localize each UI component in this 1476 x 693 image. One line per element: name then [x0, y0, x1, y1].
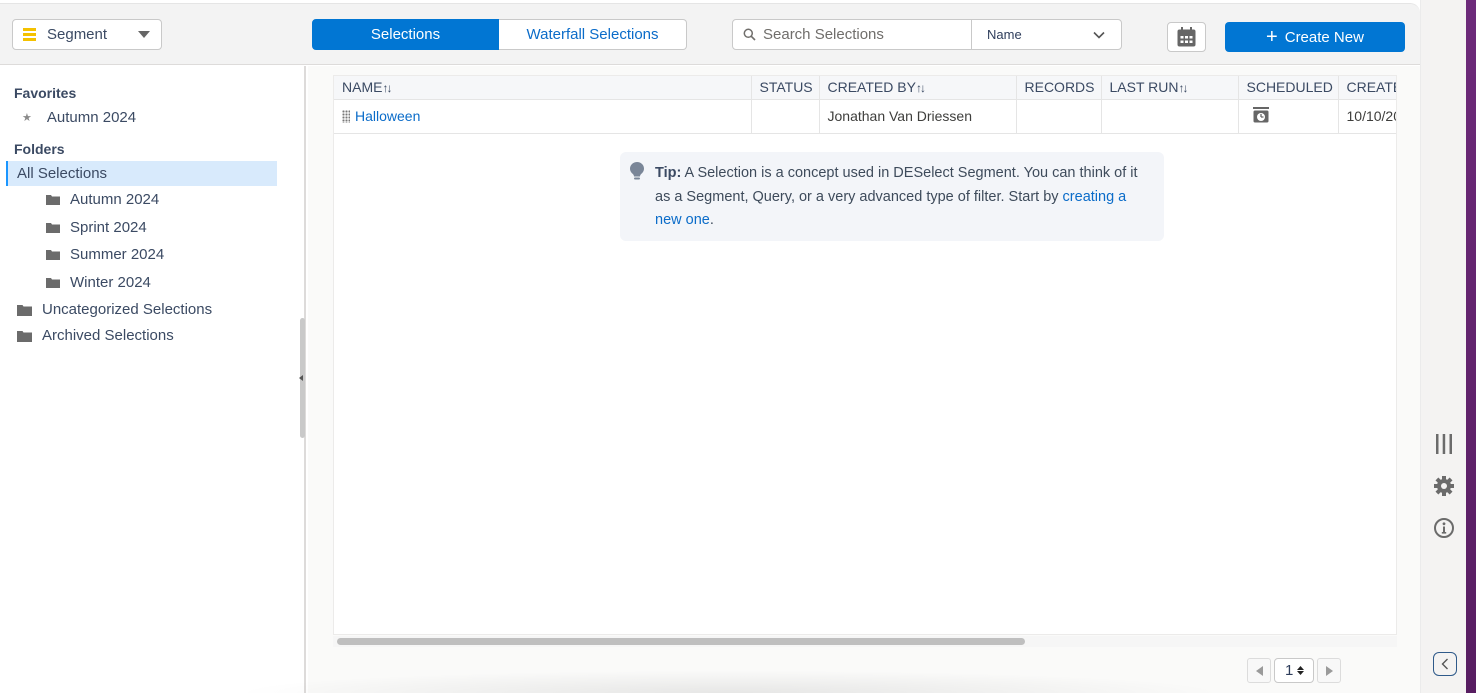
folder-label: Sprint 2024 — [70, 219, 147, 236]
create-new-button[interactable]: + Create New — [1225, 22, 1405, 52]
column-header-name[interactable]: NAME↑↓ — [334, 76, 752, 100]
selection-type-tabs: Selections Waterfall Selections — [312, 19, 687, 50]
scheduled-clock-icon[interactable] — [1252, 106, 1269, 123]
app-switcher-label: Segment — [47, 26, 108, 43]
plus-icon: + — [1266, 26, 1278, 48]
tip-box: Tip: A Selection is a concept used in DE… — [620, 152, 1164, 241]
column-header-created-by[interactable]: CREATED BY↑↓ — [819, 76, 1017, 100]
folder-all-selections[interactable]: All Selections — [6, 161, 277, 186]
cell-records — [1016, 99, 1102, 134]
search-icon — [743, 28, 756, 41]
folder-label: Summer 2024 — [70, 246, 165, 263]
lightbulb-icon — [630, 162, 644, 180]
tab-selections[interactable]: Selections — [312, 19, 499, 50]
app-window: Segment Selections Waterfall Selections … — [0, 0, 1420, 693]
columns-icon[interactable] — [1433, 433, 1455, 455]
drag-handle-icon[interactable] — [342, 110, 350, 123]
table-row: Halloween Jonathan Van Driessen 10/10/20 — [334, 99, 1396, 134]
column-header-last-run[interactable]: LAST RUN↑↓ — [1101, 76, 1239, 100]
folder-label: Uncategorized Selections — [42, 301, 213, 318]
horizontal-scrollbar[interactable] — [333, 636, 1397, 647]
calendar-icon — [1177, 27, 1196, 47]
folder-uncategorized[interactable]: Uncategorized Selections — [17, 301, 212, 318]
folder-item[interactable]: Summer 2024 — [46, 246, 164, 263]
sort-icon[interactable]: ↑↓ — [382, 81, 392, 95]
menu-lines-icon — [23, 28, 36, 41]
chevron-down-icon — [1093, 31, 1105, 39]
folder-icon — [46, 195, 60, 205]
cell-name: Halloween — [334, 99, 752, 134]
star-icon: ★ — [22, 112, 32, 124]
search-field[interactable] — [732, 19, 972, 50]
tip-suffix: . — [709, 212, 714, 228]
folders-sidebar: Favorites ★ Autumn 2024 Folders All Sele… — [0, 66, 306, 693]
selections-table: NAME↑↓ STATUS CREATED BY↑↓ RECORDS LAST … — [334, 76, 1396, 134]
sort-by-value: Name — [987, 27, 1022, 42]
tab-waterfall-selections[interactable]: Waterfall Selections — [499, 19, 687, 50]
column-header-records: RECORDS — [1016, 76, 1102, 100]
next-page-button[interactable] — [1317, 658, 1341, 683]
header-toolbar: Segment Selections Waterfall Selections … — [0, 3, 1420, 65]
column-header-created: CREATED — [1338, 76, 1396, 100]
folder-item[interactable]: Winter 2024 — [46, 274, 151, 291]
cell-last-run — [1101, 99, 1239, 134]
spinner-icon — [1297, 666, 1304, 675]
caret-down-icon — [138, 31, 150, 38]
favorite-item[interactable]: ★ Autumn 2024 — [22, 109, 136, 126]
app-switcher-dropdown[interactable]: Segment — [12, 19, 162, 50]
create-new-label: Create New — [1284, 28, 1364, 46]
selections-table-container: NAME↑↓ STATUS CREATED BY↑↓ RECORDS LAST … — [333, 75, 1397, 635]
page-number-select[interactable]: 1 — [1274, 658, 1314, 683]
folder-label: Winter 2024 — [70, 274, 151, 291]
column-header-status: STATUS — [751, 76, 820, 100]
folder-archived[interactable]: Archived Selections — [17, 327, 174, 344]
folder-icon — [17, 330, 32, 342]
folders-title: Folders — [14, 141, 65, 157]
folder-label: Archived Selections — [42, 327, 174, 344]
folder-item[interactable]: Sprint 2024 — [46, 219, 147, 236]
folder-icon — [46, 223, 60, 233]
triangle-right-icon — [1325, 665, 1333, 676]
cell-created-by: Jonathan Van Driessen — [819, 99, 1017, 134]
tip-label: Tip: — [655, 165, 682, 181]
folder-label: All Selections — [17, 165, 108, 182]
folder-icon — [46, 250, 60, 260]
chevron-left-icon — [1441, 658, 1448, 670]
column-header-scheduled: SCHEDULED — [1238, 76, 1339, 100]
selections-main: NAME↑↓ STATUS CREATED BY↑↓ RECORDS LAST … — [308, 66, 1420, 693]
folder-item[interactable]: Autumn 2024 — [46, 191, 159, 208]
utility-bar — [1420, 0, 1466, 693]
sort-icon[interactable]: ↑↓ — [1178, 81, 1188, 95]
search-input[interactable] — [763, 26, 963, 43]
info-icon[interactable] — [1433, 517, 1455, 539]
window-edge — [1466, 0, 1476, 693]
sort-by-select[interactable]: Name — [971, 19, 1122, 50]
folder-icon — [46, 278, 60, 288]
collapse-panel-button[interactable] — [1433, 652, 1457, 676]
current-page: 1 — [1285, 662, 1294, 679]
triangle-left-icon — [1255, 665, 1263, 676]
previous-page-button[interactable] — [1247, 658, 1271, 683]
calendar-button[interactable] — [1167, 22, 1206, 52]
selection-name-link[interactable]: Halloween — [355, 108, 420, 124]
gear-icon[interactable] — [1433, 475, 1455, 497]
horizontal-scrollbar-thumb[interactable] — [337, 638, 1025, 645]
cell-status — [751, 99, 820, 134]
favorite-item-label: Autumn 2024 — [46, 109, 137, 126]
cell-scheduled — [1238, 99, 1339, 134]
table-header-row: NAME↑↓ STATUS CREATED BY↑↓ RECORDS LAST … — [334, 76, 1396, 100]
folder-label: Autumn 2024 — [70, 191, 160, 208]
collapse-sidebar-icon[interactable] — [299, 375, 303, 381]
pagination: 1 — [1247, 658, 1341, 683]
folder-icon — [17, 304, 32, 316]
favorites-title: Favorites — [14, 85, 77, 101]
sort-icon[interactable]: ↑↓ — [916, 81, 926, 95]
cell-created: 10/10/20 — [1338, 99, 1396, 134]
